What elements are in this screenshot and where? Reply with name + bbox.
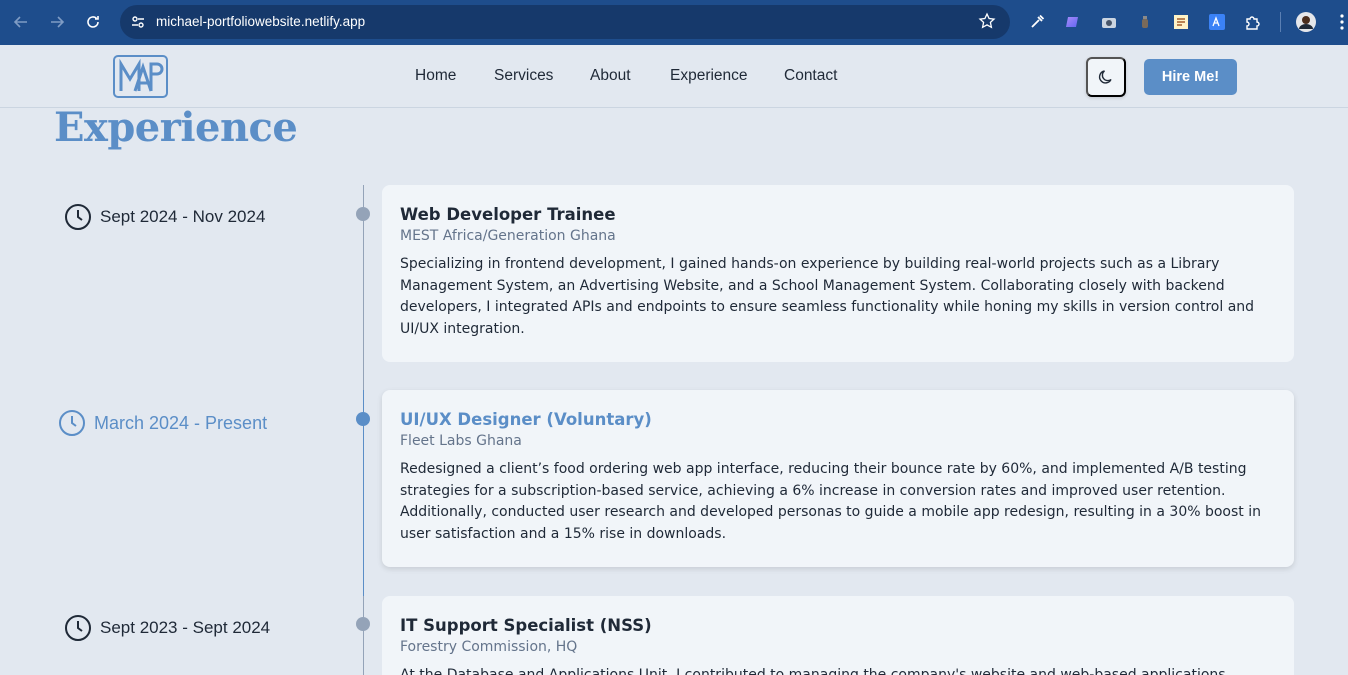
reload-icon[interactable] xyxy=(82,11,104,33)
nav-services[interactable]: Services xyxy=(494,67,553,85)
job-title: UI/UX Designer (Voluntary) xyxy=(400,410,652,429)
entry-date: Sept 2023 - Sept 2024 xyxy=(64,614,270,642)
entry-date-text: Sept 2024 - Nov 2024 xyxy=(100,207,266,226)
experience-card: IT Support Specialist (NSS) Forestry Com… xyxy=(382,596,1294,675)
timeline-dot-active xyxy=(356,412,370,426)
eyedropper-extension-icon[interactable] xyxy=(1027,12,1047,32)
job-title: IT Support Specialist (NSS) xyxy=(400,616,652,635)
map-logo-icon xyxy=(119,58,163,91)
clock-icon xyxy=(59,410,85,436)
experience-card: Web Developer Trainee MEST Africa/Genera… xyxy=(382,185,1294,362)
entry-date-active: March 2024 - Present xyxy=(58,409,267,437)
profile-avatar-icon[interactable] xyxy=(1296,12,1316,32)
clock-icon xyxy=(65,204,91,230)
site-info-icon[interactable] xyxy=(128,12,148,32)
notes-extension-icon[interactable] xyxy=(1171,12,1191,32)
organization: MEST Africa/Generation Ghana xyxy=(400,228,616,244)
url-text[interactable]: michael-portfoliowebsite.netlify.app xyxy=(156,14,365,29)
forward-icon[interactable] xyxy=(46,11,68,33)
entry-date-text: Sept 2023 - Sept 2024 xyxy=(100,618,271,637)
site-header: Home Services About Experience Contact H… xyxy=(0,45,1348,108)
camera-extension-icon[interactable] xyxy=(1099,12,1119,32)
translate-extension-icon[interactable] xyxy=(1207,12,1227,32)
timeline-dot xyxy=(356,617,370,631)
job-description: Redesigned a client’s food ordering web … xyxy=(400,461,1261,543)
section-title: Experience xyxy=(54,104,298,151)
address-bar[interactable]: michael-portfoliowebsite.netlify.app xyxy=(120,5,1010,39)
gradient-extension-icon[interactable] xyxy=(1063,12,1083,32)
entry-date-text: March 2024 - Present xyxy=(94,412,268,433)
nav-home[interactable]: Home xyxy=(415,67,456,85)
back-icon[interactable] xyxy=(10,11,32,33)
theme-toggle-button[interactable] xyxy=(1086,57,1126,97)
bookmark-star-icon[interactable] xyxy=(978,12,998,32)
hire-me-button[interactable]: Hire Me! xyxy=(1144,59,1237,95)
entry-date: Sept 2024 - Nov 2024 xyxy=(64,203,265,231)
nav-contact[interactable]: Contact xyxy=(784,67,837,85)
clock-icon xyxy=(65,615,91,641)
browser-toolbar: michael-portfoliowebsite.netlify.app xyxy=(0,0,1348,45)
job-description: At the Database and Applications Unit, I… xyxy=(400,667,1226,675)
nav-experience[interactable]: Experience xyxy=(670,67,748,85)
organization: Fleet Labs Ghana xyxy=(400,433,522,449)
moon-icon xyxy=(1098,70,1112,84)
organization: Forestry Commission, HQ xyxy=(400,639,578,655)
bottle-extension-icon[interactable] xyxy=(1135,12,1155,32)
job-title: Web Developer Trainee xyxy=(400,205,616,224)
timeline-dot xyxy=(356,207,370,221)
nav-about[interactable]: About xyxy=(590,67,631,85)
toolbar-divider xyxy=(1280,12,1281,32)
job-description: Specializing in frontend development, I … xyxy=(400,256,1255,338)
menu-dots-icon[interactable] xyxy=(1332,12,1348,32)
experience-card-active: UI/UX Designer (Voluntary) Fleet Labs Gh… xyxy=(382,390,1294,567)
site-logo[interactable] xyxy=(113,55,168,98)
extensions-puzzle-icon[interactable] xyxy=(1243,12,1263,32)
